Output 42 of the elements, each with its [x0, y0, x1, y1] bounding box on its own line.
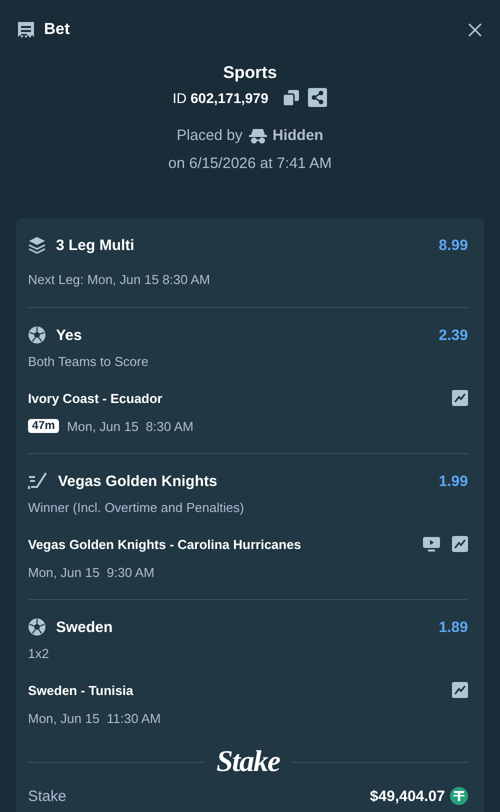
match-time: Mon, Jun 15 9:30 AM: [28, 564, 154, 580]
match-name: Ivory Coast - Ecuador: [28, 390, 162, 406]
layers-icon: [28, 236, 46, 254]
soccer-ball-icon: [28, 618, 46, 636]
placed-by-label: Placed by: [176, 127, 243, 144]
match-name: Vegas Golden Knights - Carolina Hurricanes: [28, 536, 302, 552]
incognito-icon: [248, 128, 267, 144]
copy-icon[interactable]: [282, 88, 300, 106]
receipt-icon: [17, 20, 35, 40]
leg-odds: 2.39: [438, 326, 468, 344]
placed-date: on 6/15/2026 at 7:41 AM: [168, 155, 332, 172]
dialog-title: Bet: [44, 21, 70, 39]
tether-coin-icon: [450, 787, 468, 805]
bet-type-title: 3 Leg Multi: [56, 236, 134, 254]
live-stream-icon[interactable]: [423, 536, 440, 552]
market-name: Both Teams to Score: [28, 353, 150, 371]
stake-amount: $49,404.07: [370, 788, 445, 804]
market-name: 1x2: [28, 645, 50, 663]
market-name: Winner (Incl. Overtime and Penalties): [28, 499, 246, 517]
stats-icon[interactable]: [452, 390, 468, 406]
selection-name: Vegas Golden Knights: [58, 472, 218, 490]
hockey-stick-icon: [28, 472, 48, 490]
leg-odds: 1.99: [438, 472, 468, 490]
close-icon[interactable]: [468, 23, 482, 37]
soccer-ball-icon: [28, 326, 46, 344]
countdown-badge: 47m: [28, 419, 60, 433]
stats-icon[interactable]: [452, 536, 468, 552]
category-title: Sports: [223, 62, 277, 84]
stats-icon[interactable]: [452, 682, 468, 698]
match-time: Mon, Jun 15 8:30 AM: [67, 418, 194, 434]
match-name: Sweden - Tunisia: [28, 682, 134, 698]
share-icon[interactable]: [308, 88, 328, 107]
match-time: Mon, Jun 15 11:30 AM: [28, 710, 161, 726]
user-name: Hidden: [272, 127, 324, 144]
brand-logo: Stake: [216, 745, 280, 779]
selection-name: Yes: [56, 326, 82, 344]
bet-id: ID 602,171,979: [172, 90, 268, 106]
stake-label: Stake: [28, 788, 66, 804]
next-leg-time: Next Leg: Mon, Jun 15 8:30 AM: [28, 271, 212, 289]
total-odds: 8.99: [438, 236, 468, 254]
leg-odds: 1.89: [438, 618, 468, 636]
selection-name: Sweden: [56, 618, 113, 636]
